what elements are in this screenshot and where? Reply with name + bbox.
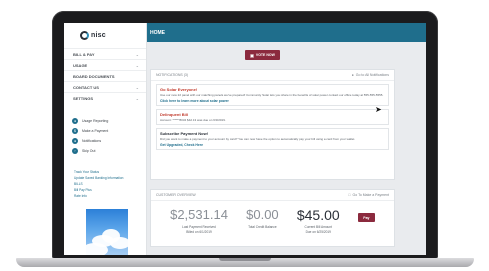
credit-balance-block: $0.00 Total Credit Balance [246, 208, 279, 234]
vote-now-label: VOTE NOW [255, 53, 275, 57]
quick-action-make-payment[interactable]: $ Make a Payment [72, 126, 146, 136]
bell-icon: ● [72, 138, 78, 144]
notification-item: Subscribe Payment Now! Did you want to m… [156, 128, 389, 150]
notification-body: Account: ******8034 $42.13 was due on 6/… [160, 118, 226, 122]
sidebar-item-label: CONTACT US [73, 84, 99, 90]
quick-actions: ● Usage Reporting $ Make a Payment ● Not… [72, 116, 146, 156]
sidebar-item-contact-us[interactable]: CONTACT US ⌄ [64, 81, 146, 92]
current-bill-value: $45.00 [296, 207, 340, 223]
quick-action-label: Usage Reporting [82, 119, 109, 123]
customer-overview-card: CUSTOMER OVERVIEW □ Go To Make a Payment… [150, 189, 395, 247]
make-payment-link[interactable]: □ Go To Make a Payment [348, 193, 389, 197]
notification-link[interactable]: Get Upgraded, Check Here [160, 143, 385, 147]
notification-title: Delinquent Bill [160, 112, 188, 117]
sidebar-item-usage[interactable]: USAGE ⌄ [64, 59, 146, 70]
notification-link[interactable]: Click here to learn more about solar pow… [160, 99, 385, 103]
notification-title: Go Solar Everyone! [160, 87, 198, 92]
overview-title: CUSTOMER OVERVIEW [156, 193, 196, 197]
quick-action-label: Notifications [82, 139, 102, 143]
amounts-row: $2,531.14 Last Payment Received Billed o… [151, 201, 394, 234]
bell-icon: ● [351, 73, 354, 77]
top-bar: HOME [147, 23, 426, 42]
sidebar-item-label: BILL & PAY [73, 51, 95, 57]
quick-action-label: Make a Payment [82, 129, 109, 133]
notification-item: Delinquent Bill Account: ******8034 $42.… [156, 109, 389, 125]
cloud-shape [86, 243, 108, 255]
last-payment-sub: Billed on 6/1/2019 [186, 230, 212, 234]
quick-action-notifications[interactable]: ● Notifications [72, 136, 146, 146]
mouse-pointer-icon: ➤ [375, 105, 382, 114]
current-bill-sub: Due on 6/25/2019 [305, 230, 331, 234]
credit-balance-value: $0.00 [246, 207, 279, 222]
notifications-card: NOTIFICATIONS (3) ● Go to All Notificati… [150, 69, 395, 180]
credit-balance-sub [246, 230, 279, 234]
quick-action-label: Skip Out [82, 149, 96, 153]
sidebar-links: Track Your Status Update Saved Banking I… [74, 170, 144, 200]
logo-mark-icon [80, 31, 89, 40]
sidebar-item-label: USAGE [73, 62, 88, 68]
notifications-header: NOTIFICATIONS (3) ● Go to All Notificati… [151, 70, 394, 81]
arrow-icon: › [72, 148, 78, 154]
all-notifications-label: Go to All Notifications [355, 73, 389, 77]
make-payment-label: Go To Make a Payment [352, 193, 389, 197]
page-title: HOME [150, 29, 165, 36]
main-content: HOME ▣ VOTE NOW NOTIFICATIONS (3) ● Go t… [147, 23, 426, 255]
sidebar-nav: BILL & PAY ⌄ USAGE ⌄ BOARD DOCUMENTS CON… [64, 48, 146, 103]
sidebar-item-label: SETTINGS [73, 95, 94, 101]
dollar-icon: $ [72, 128, 78, 134]
all-notifications-link[interactable]: ● Go to All Notifications [352, 73, 389, 77]
notification-body: Use our new 22 panel with our matching p… [160, 93, 384, 97]
brand-logo[interactable]: nisc [80, 31, 106, 40]
app-screen: nisc BILL & PAY ⌄ USAGE ⌄ BOARD DOCUMENT… [64, 23, 426, 255]
document-icon: □ [348, 193, 351, 197]
notification-body: Did you want to make a payment to your a… [160, 137, 356, 141]
notifications-title: NOTIFICATIONS (3) [156, 73, 189, 77]
quick-action-skip-out[interactable]: › Skip Out [72, 146, 146, 156]
sidebar-item-bill-pay[interactable]: BILL & PAY ⌄ [64, 48, 146, 59]
sidebar-item-settings[interactable]: SETTINGS ⌄ [64, 92, 146, 103]
sidebar-item-label: BOARD DOCUMENTS [73, 73, 115, 79]
chevron-down-icon: ⌄ [135, 62, 139, 68]
sidebar-item-board-documents[interactable]: BOARD DOCUMENTS [64, 70, 146, 81]
overview-header: CUSTOMER OVERVIEW □ Go To Make a Payment [151, 190, 394, 201]
chevron-down-icon: ⌄ [135, 95, 139, 101]
sky-promo-image[interactable] [86, 209, 128, 255]
laptop-notch [219, 258, 271, 261]
chart-icon: ● [72, 118, 78, 124]
last-payment-label: Last Payment Received [182, 225, 216, 229]
last-payment-block: $2,531.14 Last Payment Received Billed o… [170, 207, 228, 235]
sidebar: nisc BILL & PAY ⌄ USAGE ⌄ BOARD DOCUMENT… [64, 23, 147, 255]
chevron-down-icon: ⌄ [135, 51, 139, 57]
chevron-down-icon: ⌄ [135, 84, 139, 90]
current-bill-label: Current Bill Amount [304, 225, 332, 229]
notification-item: Go Solar Everyone! Use our new 22 panel … [156, 84, 389, 106]
last-payment-value: $2,531.14 [170, 207, 228, 222]
quick-action-usage-reporting[interactable]: ● Usage Reporting [72, 116, 146, 126]
vote-now-button[interactable]: ▣ VOTE NOW [245, 50, 280, 60]
cloud-shape [110, 237, 128, 249]
logo-text: nisc [91, 32, 106, 39]
credit-balance-label: Total Credit Balance [248, 225, 277, 229]
ballot-icon: ▣ [250, 52, 254, 58]
sidebar-link[interactable]: Rate Info [74, 194, 144, 200]
notification-title: Subscribe Payment Now! [160, 131, 209, 136]
current-bill-block: $45.00 Current Bill Amount Due on 6/25/2… [297, 208, 340, 234]
pay-button[interactable]: Pay [357, 213, 375, 222]
